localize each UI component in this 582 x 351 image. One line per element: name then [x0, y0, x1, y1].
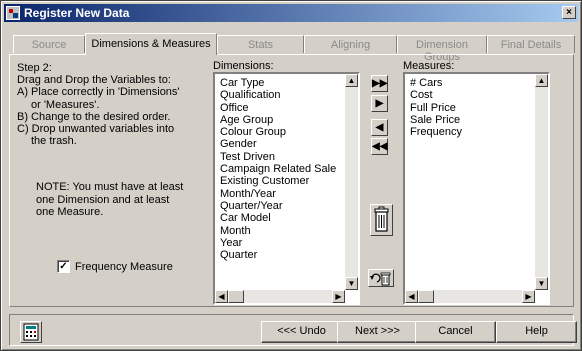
dimensions-items: Car Type Qualification Office Age Group Colo… — [220, 77, 336, 261]
frequency-measure-checkbox[interactable]: ✓ — [57, 260, 70, 273]
list-item[interactable]: Cost — [410, 89, 462, 101]
frequency-measure-label: Frequency Measure — [75, 260, 173, 273]
instruction-line: the trash. — [31, 135, 77, 148]
list-item[interactable]: Sale Price — [410, 114, 462, 126]
restore-from-trash-button[interactable] — [368, 269, 394, 287]
note-line: NOTE: You must have at least — [36, 181, 184, 193]
instructions: Step 2: Drag and Drop the Variables to: … — [17, 62, 202, 147]
tab-aligning[interactable]: Aligning — [304, 35, 397, 53]
list-item[interactable]: Office — [220, 102, 336, 114]
scroll-down-button[interactable]: ▼ — [345, 277, 358, 290]
note-line: one Measure. — [36, 206, 104, 218]
measures-items: # Cars Cost Full Price Sale Price Frequency — [410, 77, 462, 138]
list-item[interactable]: Test Driven — [220, 151, 336, 163]
list-item[interactable]: Existing Customer — [220, 175, 336, 187]
list-item[interactable]: Qualification — [220, 89, 336, 101]
step-label: Step 2: — [17, 62, 52, 74]
instruction-line: or 'Measures'. — [31, 98, 100, 111]
help-button[interactable]: Help — [496, 321, 577, 343]
trash-button[interactable] — [370, 204, 393, 236]
list-item[interactable]: Colour Group — [220, 126, 336, 138]
instruction-line: C) Drop unwanted variables into — [17, 123, 175, 136]
window-title: Register New Data — [24, 6, 130, 20]
dimensions-vertical-scrollbar[interactable]: ▲ ▼ — [345, 74, 358, 290]
scroll-right-button[interactable]: ▶ — [522, 290, 535, 303]
list-item[interactable]: Car Model — [220, 212, 336, 224]
frequency-measure-option[interactable]: ✓ Frequency Measure — [57, 260, 173, 273]
scroll-thumb[interactable] — [418, 290, 434, 303]
close-button[interactable]: × — [562, 6, 576, 19]
list-item[interactable]: Age Group — [220, 114, 336, 126]
dimensions-horizontal-scrollbar[interactable]: ◀ ▶ — [215, 290, 345, 303]
measures-list[interactable]: # Cars Cost Full Price Sale Price Frequency … — [403, 72, 550, 305]
list-item[interactable]: Car Type — [220, 77, 336, 89]
move-left-button[interactable]: ◀ — [371, 119, 388, 136]
trash-icon — [374, 206, 389, 232]
list-item[interactable]: # Cars — [410, 77, 462, 89]
undo-button[interactable]: <<< Undo — [261, 321, 342, 343]
undo-trash-icon — [370, 272, 391, 286]
measures-vertical-scrollbar[interactable]: ▲ ▼ — [535, 74, 548, 290]
move-all-left-button[interactable]: ◀◀ — [371, 138, 388, 155]
tab-final-details[interactable]: Final Details — [487, 35, 575, 53]
scroll-left-button[interactable]: ◀ — [215, 290, 228, 303]
list-item[interactable]: Month — [220, 225, 336, 237]
scroll-down-button[interactable]: ▼ — [535, 277, 548, 290]
list-item[interactable]: Year — [220, 237, 336, 249]
move-all-right-button[interactable]: ▶▶ — [371, 75, 388, 92]
app-icon — [6, 6, 20, 20]
tab-stats[interactable]: Stats — [217, 35, 304, 53]
cancel-button[interactable]: Cancel — [415, 321, 496, 343]
tab-dimension-groups[interactable]: Dimension Groups — [397, 35, 487, 63]
move-right-button[interactable]: ▶ — [371, 95, 388, 112]
calculator-icon — [23, 323, 39, 341]
scroll-thumb[interactable] — [228, 290, 244, 303]
list-item[interactable]: Quarter — [220, 249, 336, 261]
dimensions-label: Dimensions: — [213, 60, 274, 72]
list-item[interactable]: Campaign Related Sale — [220, 163, 336, 175]
scroll-right-button[interactable]: ▶ — [332, 290, 345, 303]
scroll-up-button[interactable]: ▲ — [345, 74, 358, 87]
list-item[interactable]: Frequency — [410, 126, 462, 138]
calculator-button[interactable] — [20, 321, 42, 343]
scroll-up-button[interactable]: ▲ — [535, 74, 548, 87]
instruction-line: B) Change to the desired order. — [17, 110, 171, 123]
next-button[interactable]: Next >>> — [337, 321, 418, 343]
note-text: NOTE: You must have at least one Dimensi… — [36, 181, 186, 219]
dimensions-list[interactable]: Car Type Qualification Office Age Group Colo… — [213, 72, 360, 305]
measures-horizontal-scrollbar[interactable]: ◀ ▶ — [405, 290, 535, 303]
list-item[interactable]: Gender — [220, 138, 336, 150]
list-item[interactable]: Full Price — [410, 102, 462, 114]
tab-source[interactable]: Source — [13, 35, 85, 53]
list-item[interactable]: Month/Year — [220, 188, 336, 200]
measures-label: Measures: — [403, 60, 455, 72]
note-line: one Dimension and at least — [36, 193, 170, 206]
register-new-data-window: Register New Data × Source Dimensions & … — [0, 0, 582, 351]
list-item[interactable]: Quarter/Year — [220, 200, 336, 212]
instruction-line: Drag and Drop the Variables to: — [17, 74, 171, 87]
title-bar: Register New Data × — [4, 4, 578, 22]
instruction-line: A) Place correctly in 'Dimensions' — [17, 86, 180, 99]
tab-dimensions-measures[interactable]: Dimensions & Measures — [85, 33, 217, 55]
scroll-left-button[interactable]: ◀ — [405, 290, 418, 303]
